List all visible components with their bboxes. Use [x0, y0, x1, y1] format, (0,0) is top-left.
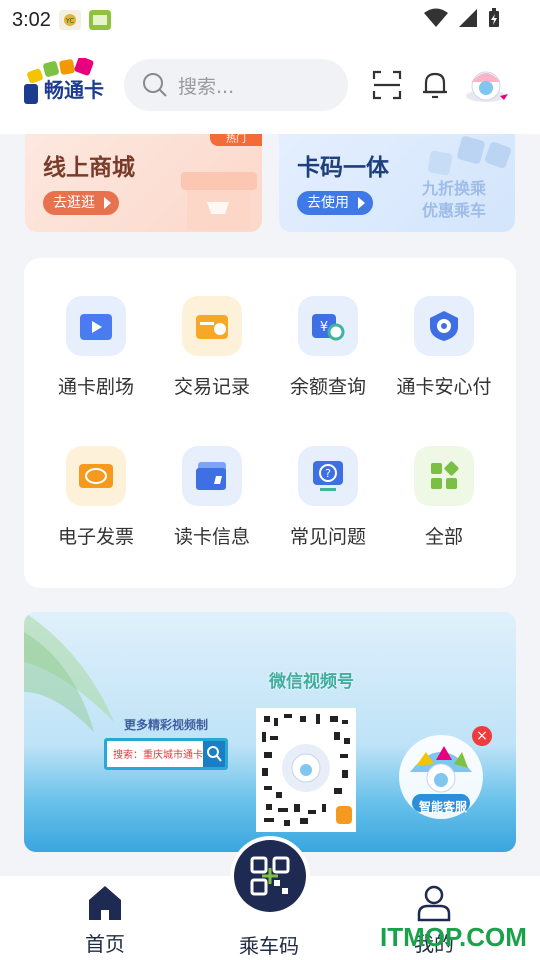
e-invoice-icon: [66, 446, 126, 506]
go-shopping-label: 去逛逛: [53, 195, 95, 211]
online-mall-card[interactable]: 线上商城 去逛逛 热门: [25, 134, 262, 232]
close-icon[interactable]: ×: [472, 726, 492, 746]
home-icon: [89, 886, 121, 920]
service-all[interactable]: 全部: [386, 446, 502, 566]
banner-more-text: 更多精彩视频制: [124, 718, 209, 732]
all-apps-icon: [414, 446, 474, 506]
card-code-subtitle: 九折换乘 优惠乘车: [422, 178, 486, 222]
go-use-button[interactable]: 去使用: [297, 191, 373, 215]
avatar[interactable]: [464, 66, 510, 106]
status-bar: 3:02 YC: [0, 0, 540, 40]
header: 畅通卡 搜索...: [0, 40, 540, 134]
service-read-card[interactable]: 读卡信息: [154, 446, 270, 566]
wifi-icon: [424, 8, 448, 27]
customer-service-label: 智能客服: [419, 800, 468, 814]
go-shopping-button[interactable]: 去逛逛: [43, 191, 119, 215]
search-icon: [207, 746, 222, 762]
palm-leaves-decoration: [24, 612, 114, 732]
service-faq[interactable]: ? 常见问题: [270, 446, 386, 566]
wechat-channel-title: 微信视频号: [269, 672, 354, 692]
banner-search-text: 搜索：重庆城市通卡: [113, 750, 203, 761]
hot-badge: 热门: [210, 134, 262, 146]
service-secure-pay[interactable]: 通卡安心付: [386, 296, 502, 416]
logo-text: 畅通卡: [44, 80, 104, 102]
search-icon: [143, 73, 167, 97]
ride-code-button-inner: [234, 840, 306, 912]
user-icon: [417, 885, 451, 922]
battery-icon: [489, 8, 499, 27]
faq-icon: ?: [298, 446, 358, 506]
scan-icon[interactable]: [372, 70, 402, 100]
search-placeholder: 搜索...: [178, 75, 235, 98]
signal-icon: [459, 9, 477, 27]
svg-text:¥: ¥: [320, 320, 328, 335]
promo-banner[interactable]: 微信视频号 更多精彩视频制 搜索：重庆城市通卡 智能客服 ×: [24, 612, 516, 852]
card-code-card[interactable]: 卡码一体 去使用 九折换乘 优惠乘车: [279, 134, 515, 232]
balance-query-icon: ¥: [298, 296, 358, 356]
secure-pay-icon: [414, 296, 474, 356]
service-label: 通卡安心付: [396, 376, 492, 398]
qr-code-image: [260, 712, 352, 828]
app-notification-icon-2: [88, 10, 111, 30]
card-code-subtitle-line2: 优惠乘车: [422, 201, 487, 220]
banner-search-box: 搜索：重庆城市通卡: [104, 738, 228, 770]
theater-icon: [66, 296, 126, 356]
svg-text:YC: YC: [65, 17, 75, 25]
nav-home-label: 首页: [85, 932, 125, 956]
status-indicators: [424, 8, 500, 28]
service-label: 全部: [424, 526, 463, 548]
card-code-title: 卡码一体: [297, 155, 389, 181]
services-panel: 通卡剧场 交易记录 ¥ 余额查询 通卡安心付 电子发票 读卡信息 ? 常见问题 …: [24, 258, 516, 588]
qr-scan-icon: [250, 856, 290, 896]
svg-text:?: ?: [325, 467, 331, 480]
watermark: ITMOP.COM: [380, 922, 527, 952]
app-notification-icon: YC: [58, 10, 81, 30]
service-balance-query[interactable]: ¥ 余额查询: [270, 296, 386, 416]
online-mall-title: 线上商城: [43, 155, 135, 181]
go-use-label: 去使用: [307, 195, 349, 211]
card-code-subtitle-line1: 九折换乘: [422, 179, 487, 198]
bell-icon[interactable]: [420, 70, 450, 100]
service-theater[interactable]: 通卡剧场: [38, 296, 154, 416]
banner-search-button: [203, 741, 225, 767]
nav-home[interactable]: 首页: [45, 876, 165, 960]
shopping-cart-icon: [181, 172, 257, 230]
ride-code-button[interactable]: [230, 836, 310, 916]
qr-code: [256, 708, 356, 832]
service-transaction-record[interactable]: 交易记录: [154, 296, 270, 416]
nav-ride-code-label: 乘车码: [239, 934, 299, 958]
service-e-invoice[interactable]: 电子发票: [38, 446, 154, 566]
read-card-icon: [182, 446, 242, 506]
status-time: 3:02: [12, 8, 51, 31]
transaction-record-icon: [182, 296, 242, 356]
search-input[interactable]: 搜索...: [124, 59, 348, 111]
